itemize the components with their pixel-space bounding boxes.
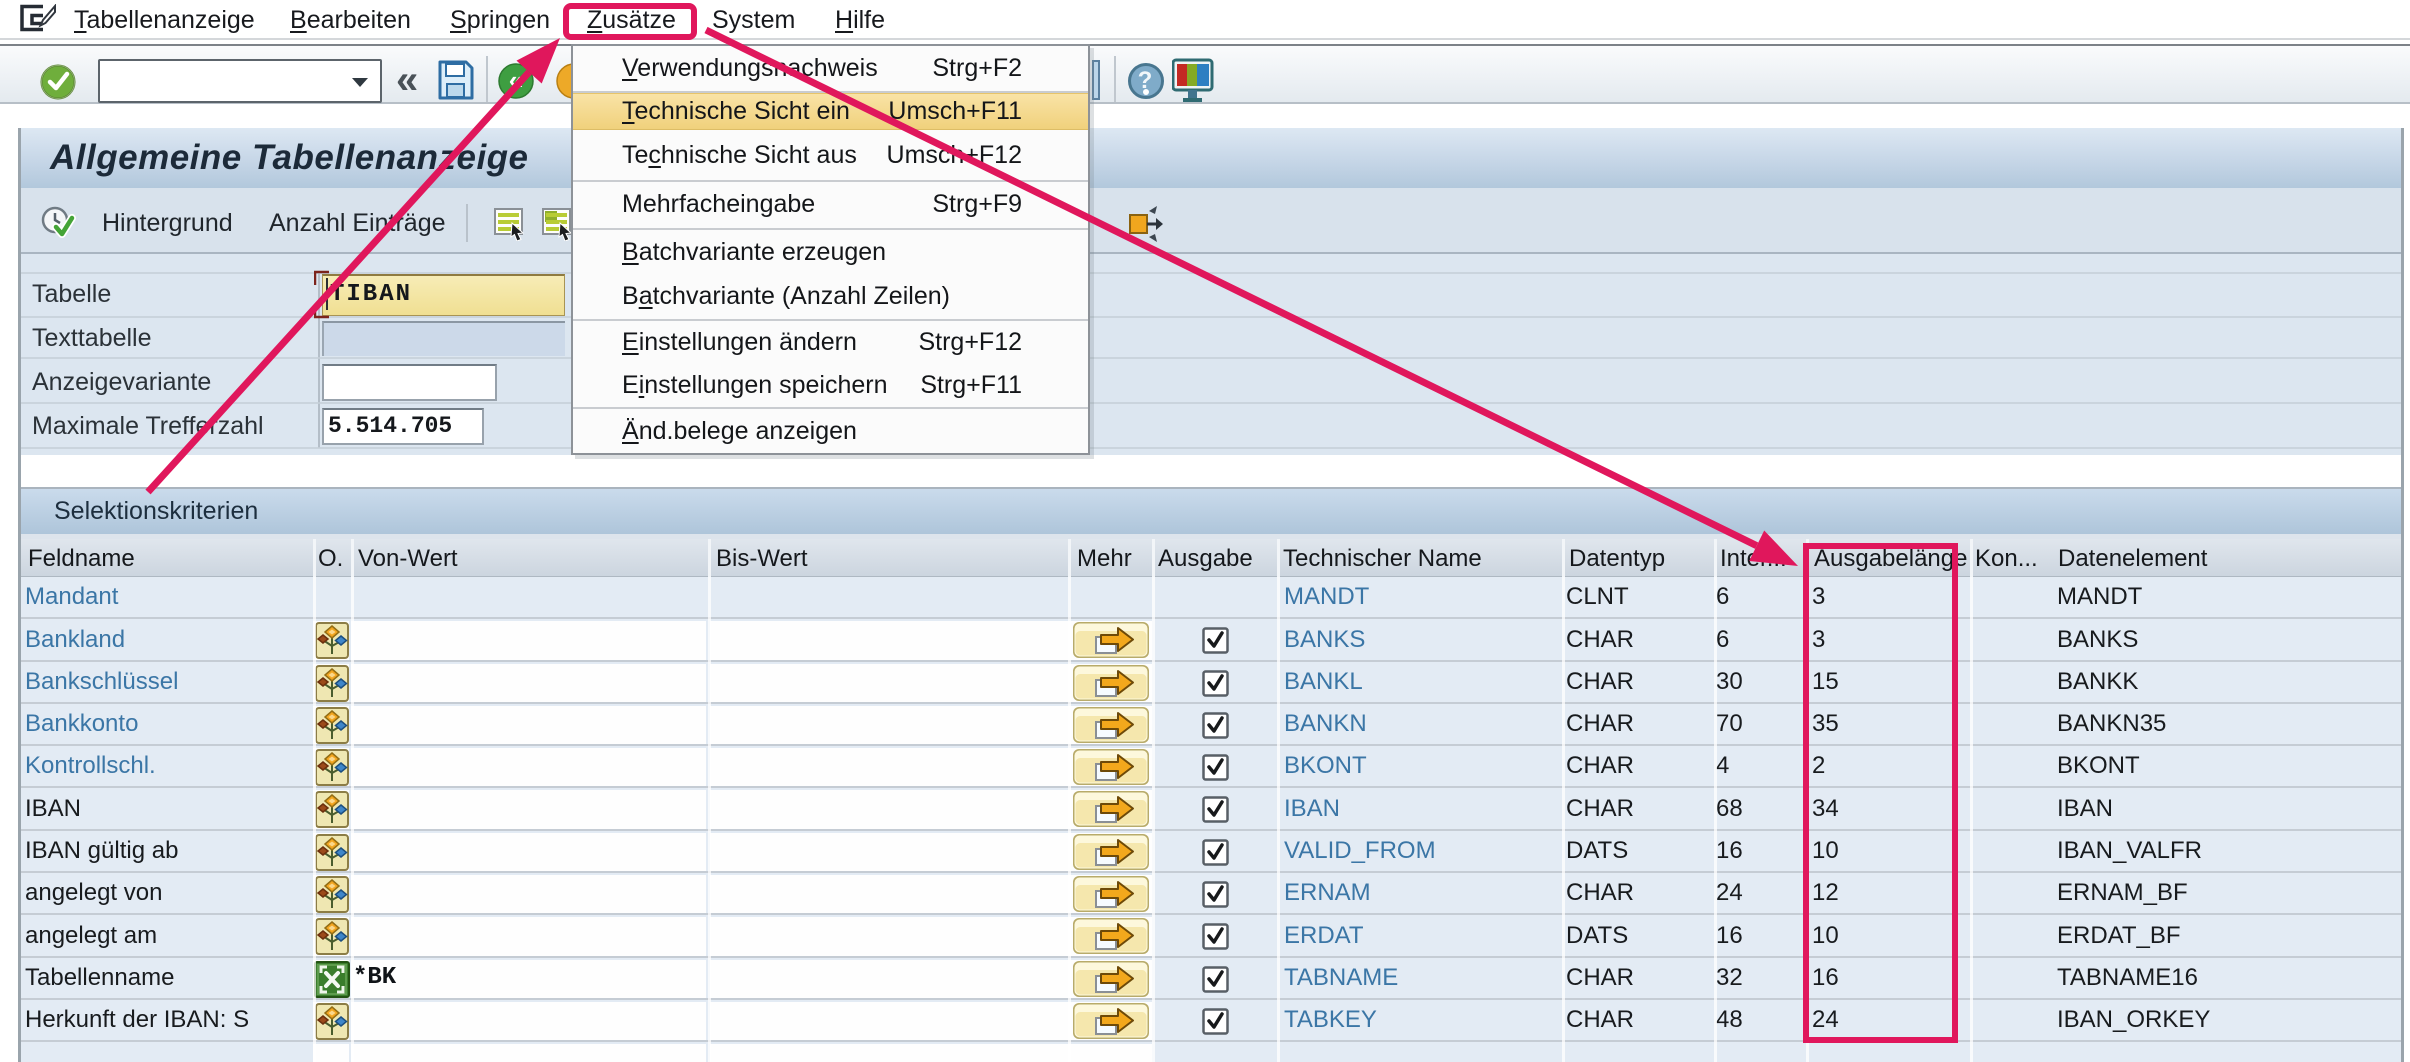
svg-text:«: « [509,65,523,95]
